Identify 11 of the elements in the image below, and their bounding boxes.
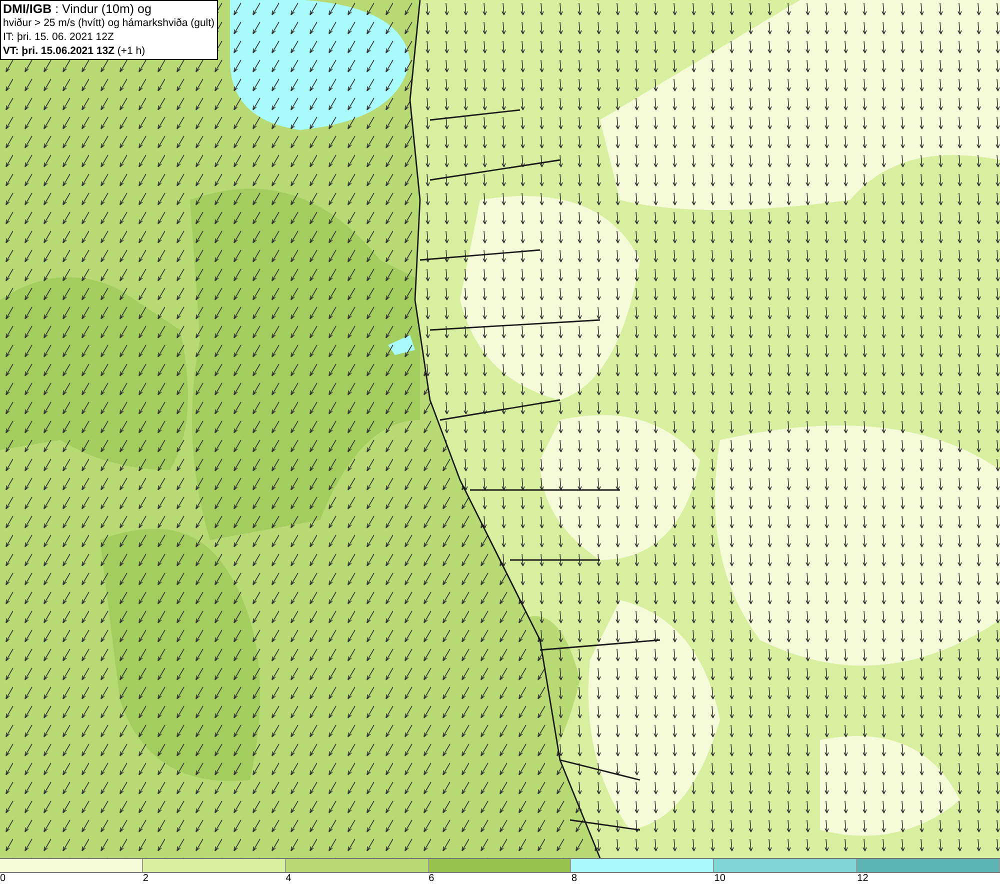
legend-tick-label: 8 — [571, 873, 577, 885]
legend-tick-label: 10 — [714, 873, 726, 885]
info-text: VT: þri. 15.06.2021 13Z (+1 h) — [3, 44, 146, 58]
legend-tick-label: 2 — [142, 873, 148, 885]
info-text: IT: þri. 15. 06. 2021 12Z — [3, 30, 115, 44]
legend-tick-label: 4 — [286, 873, 292, 885]
info-text: DMI/IGB : Vindur (10m) og — [3, 2, 152, 16]
legend-tick-label: 0 — [0, 873, 6, 885]
legend-tick-label: 6 — [428, 873, 434, 885]
info-text: hviður > 25 m/s (hvítt) og hámarkshviða (gult) — [3, 16, 215, 30]
legend-tick-label: 12 — [857, 873, 868, 885]
